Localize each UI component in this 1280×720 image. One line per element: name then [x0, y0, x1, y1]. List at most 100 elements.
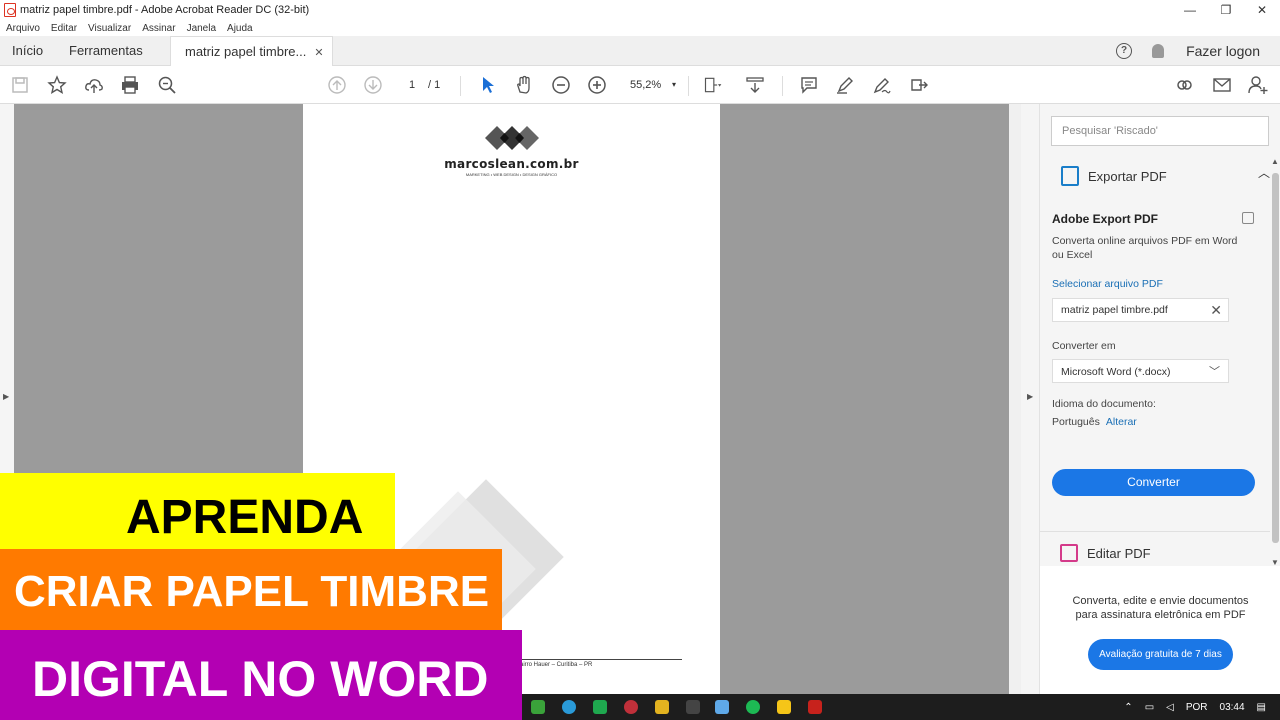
- cloud-upload-icon[interactable]: [83, 66, 105, 104]
- filezilla-icon[interactable]: [808, 700, 822, 714]
- edit-pdf-title: Editar PDF: [1087, 545, 1151, 561]
- export-pdf-pane: Adobe Export PDF Converta online arquivo…: [1040, 204, 1270, 532]
- system-tray: ⌃ ▭ ◁ POR 03:44 ▤: [1112, 694, 1280, 720]
- trial-promo: Converta, edite e envie documentos para …: [1040, 566, 1280, 694]
- bell-icon[interactable]: [1152, 44, 1165, 58]
- tab-close-icon[interactable]: ✕: [314, 47, 323, 59]
- convert-button[interactable]: Converter: [1052, 469, 1255, 496]
- zoom-out-icon[interactable]: [550, 66, 572, 104]
- tools-search-input[interactable]: Pesquisar 'Riscado': [1051, 116, 1269, 146]
- print-icon[interactable]: [119, 66, 141, 104]
- clock[interactable]: 03:44: [1220, 702, 1245, 713]
- zoom-caret-icon: ▾: [671, 80, 676, 89]
- tray-chevron-icon[interactable]: ⌃: [1124, 702, 1132, 713]
- star-icon[interactable]: [46, 66, 68, 104]
- language-row: Português Alterar: [1052, 416, 1137, 428]
- title-bar: matriz papel timbre.pdf - Adobe Acrobat …: [0, 0, 1280, 20]
- taskbar-app-icon[interactable]: [715, 700, 729, 714]
- taskbar-app-icon[interactable]: [686, 700, 700, 714]
- tools-scrollbar[interactable]: ▲ ▼: [1270, 157, 1280, 567]
- menu-assinar[interactable]: Assinar: [142, 23, 175, 34]
- footer-rule: [520, 659, 682, 660]
- page-number-input[interactable]: 1: [398, 76, 426, 94]
- keyboard-language[interactable]: POR: [1186, 702, 1208, 713]
- spotify-icon[interactable]: [746, 700, 760, 714]
- sign-icon[interactable]: [871, 66, 893, 104]
- help-icon[interactable]: ?: [1116, 43, 1133, 59]
- document-scrollbar[interactable]: [1009, 104, 1021, 694]
- pane-divider: [1040, 531, 1270, 532]
- copy-icon[interactable]: [1242, 212, 1254, 224]
- chevron-down-icon: ﹀: [1209, 366, 1220, 378]
- zoom-in-icon[interactable]: [586, 66, 608, 104]
- link-icon[interactable]: [1172, 66, 1196, 104]
- edit-pdf-header[interactable]: Editar PDF: [1040, 540, 1270, 566]
- expand-left-icon: ▶: [3, 392, 10, 401]
- minimize-button[interactable]: —: [1172, 0, 1208, 20]
- change-language-link[interactable]: Alterar: [1106, 416, 1137, 428]
- tab-tools[interactable]: Ferramentas: [69, 36, 143, 66]
- network-icon[interactable]: ▭: [1145, 702, 1154, 713]
- file-field[interactable]: matriz papel timbre.pdf ✕: [1052, 298, 1229, 322]
- tab-document[interactable]: matriz papel timbre... ✕: [170, 36, 333, 66]
- adobe-export-title: Adobe Export PDF: [1052, 212, 1159, 226]
- export-description: Converta online arquivos PDF em Word ou …: [1052, 235, 1238, 261]
- toolbar-divider: [460, 76, 461, 96]
- banner-digital-no-word: DIGITAL NO WORD: [0, 630, 522, 720]
- menu-arquivo[interactable]: Arquivo: [6, 23, 40, 34]
- prev-page-icon[interactable]: [326, 66, 348, 104]
- scroll-up-icon[interactable]: ▲: [1271, 157, 1279, 166]
- select-file-link[interactable]: Selecionar arquivo PDF: [1052, 278, 1163, 290]
- telegram-icon[interactable]: [562, 700, 576, 714]
- logo-diamonds-icon: [484, 126, 539, 150]
- taskbar-app-icon[interactable]: [624, 700, 638, 714]
- share-send-icon[interactable]: [907, 66, 931, 104]
- convert-to-label: Converter em: [1052, 340, 1116, 352]
- banner-criar-papel-timbre: CRIAR PAPEL TIMBRE: [0, 549, 502, 630]
- highlight-pen-icon[interactable]: [834, 66, 856, 104]
- tab-home[interactable]: Início: [12, 36, 43, 66]
- volume-icon[interactable]: ◁: [1166, 702, 1174, 713]
- file-name: matriz papel timbre.pdf: [1061, 304, 1168, 316]
- export-pdf-icon: [1061, 166, 1079, 186]
- clear-file-icon[interactable]: ✕: [1210, 302, 1222, 319]
- hand-tool-icon[interactable]: [513, 66, 535, 104]
- logo-text: marcoslean.com.br: [444, 157, 579, 171]
- save-icon[interactable]: [10, 66, 30, 104]
- menu-janela[interactable]: Janela: [187, 23, 216, 34]
- footer-address: airro Hauer – Curitiba – PR: [520, 662, 593, 668]
- right-panel-toggle[interactable]: ▶: [1021, 104, 1039, 694]
- format-value: Microsoft Word (*.docx): [1061, 366, 1171, 378]
- free-trial-button[interactable]: Avaliação gratuita de 7 dias: [1088, 639, 1233, 670]
- email-icon[interactable]: [1210, 66, 1234, 104]
- taskbar-app-icon[interactable]: [531, 700, 545, 714]
- taskbar-app-icon[interactable]: [593, 700, 607, 714]
- chevron-up-icon[interactable]: ︿: [1258, 164, 1270, 181]
- menu-ajuda[interactable]: Ajuda: [227, 23, 253, 34]
- zoom-select[interactable]: 55,2% ▾: [622, 76, 682, 94]
- next-page-icon[interactable]: [362, 66, 384, 104]
- notifications-icon[interactable]: ▤: [1257, 702, 1266, 713]
- scroll-mode-icon[interactable]: [744, 66, 766, 104]
- select-cursor-icon[interactable]: [477, 66, 499, 104]
- menu-visualizar[interactable]: Visualizar: [88, 23, 131, 34]
- scroll-thumb[interactable]: [1272, 173, 1279, 543]
- toolbar-divider: [688, 76, 689, 96]
- close-button[interactable]: ✕: [1244, 0, 1280, 20]
- search-zoom-icon[interactable]: [156, 66, 178, 104]
- maximize-button[interactable]: ❐: [1208, 0, 1244, 20]
- sticky-notes-icon[interactable]: [777, 700, 791, 714]
- add-user-icon[interactable]: [1246, 66, 1270, 104]
- taskbar-app-icon[interactable]: [655, 700, 669, 714]
- export-pdf-header[interactable]: Exportar PDF ︿: [1040, 162, 1270, 190]
- page-fit-icon[interactable]: [698, 66, 728, 104]
- promo-line-2: para assinatura eletrônica em PDF: [1075, 609, 1246, 621]
- format-select[interactable]: Microsoft Word (*.docx) ﹀: [1052, 359, 1229, 383]
- language-label: Idioma do documento:: [1052, 398, 1156, 410]
- menu-editar[interactable]: Editar: [51, 23, 77, 34]
- export-pdf-title: Exportar PDF: [1088, 168, 1167, 184]
- comment-icon[interactable]: [798, 66, 820, 104]
- window-title: matriz papel timbre.pdf - Adobe Acrobat …: [20, 4, 310, 16]
- login-link[interactable]: Fazer logon: [1186, 43, 1260, 59]
- tools-pane: Pesquisar 'Riscado' Exportar PDF ︿ Adobe…: [1039, 104, 1280, 694]
